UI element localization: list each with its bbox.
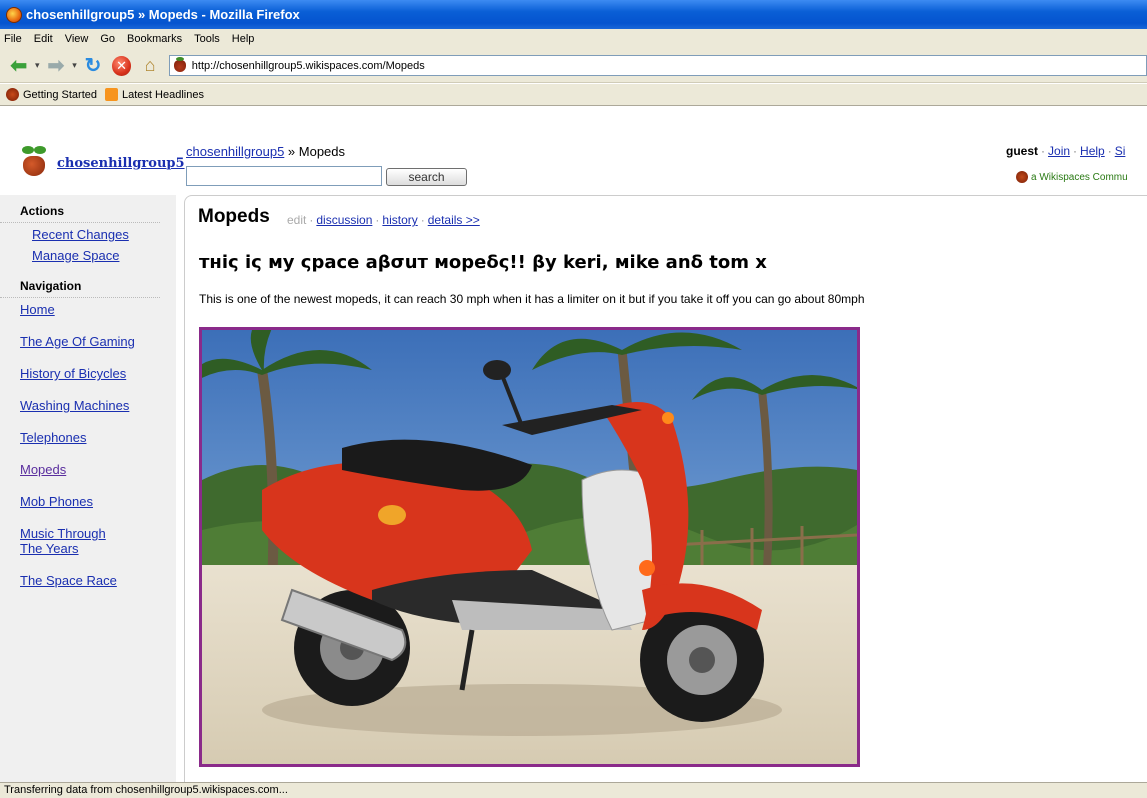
separator: · bbox=[1041, 144, 1046, 158]
bookmark-label: Latest Headlines bbox=[122, 88, 204, 101]
logo-pot bbox=[23, 156, 45, 176]
join-link[interactable]: Join bbox=[1048, 144, 1070, 158]
help-link[interactable]: Help bbox=[1080, 144, 1105, 158]
history-link[interactable]: history bbox=[382, 213, 417, 227]
username: guest bbox=[1006, 144, 1039, 158]
firefox-icon bbox=[6, 6, 22, 23]
menu-view[interactable]: View bbox=[65, 33, 89, 45]
stop-icon[interactable]: ✕ bbox=[111, 55, 132, 76]
logo-leaf bbox=[34, 146, 46, 154]
sidebar-navigation: Navigation Home The Age Of Gaming Histor… bbox=[0, 265, 176, 588]
menu-go[interactable]: Go bbox=[100, 33, 115, 45]
rss-icon bbox=[105, 88, 118, 101]
status-bar: Transferring data from chosenhillgroup5.… bbox=[0, 782, 1147, 798]
sidebar-item-the-age-of-gaming[interactable]: The Age Of Gaming bbox=[0, 334, 150, 349]
separator: · bbox=[1107, 144, 1112, 158]
sidebar-actions: Actions Recent Changes Manage Space bbox=[0, 195, 176, 265]
logo-leaf bbox=[22, 146, 34, 154]
reload-icon[interactable]: ↻ bbox=[80, 53, 105, 79]
search-button[interactable]: search bbox=[386, 168, 467, 186]
breadcrumb-separator: » bbox=[284, 144, 299, 159]
breadcrumb-home-link[interactable]: chosenhillgroup5 bbox=[186, 144, 284, 159]
window-title: chosenhillgroup5 » Mopeds - Mozilla Fire… bbox=[26, 7, 300, 22]
site-favicon-icon bbox=[173, 56, 186, 72]
menu-bar: File Edit View Go Bookmarks Tools Help bbox=[0, 29, 1147, 49]
bookmark-label: Getting Started bbox=[23, 88, 97, 101]
page-heading: тнiς iς мy ςpace aβσuт мopeδς!! βy keri,… bbox=[199, 252, 767, 273]
separator: · bbox=[420, 213, 425, 227]
details-link[interactable]: details >> bbox=[428, 213, 480, 227]
sidebar-item-home[interactable]: Home bbox=[0, 302, 150, 317]
address-url: http://chosenhillgroup5.wikispaces.com/M… bbox=[191, 59, 425, 72]
separator: · bbox=[309, 213, 314, 227]
user-links: guest · Join · Help · Si bbox=[1006, 144, 1125, 158]
sidebar-item-the-space-race[interactable]: The Space Race bbox=[0, 573, 150, 588]
community-label: a Wikispaces Commu bbox=[1031, 171, 1128, 183]
sidebar: Actions Recent Changes Manage Space Navi… bbox=[0, 195, 176, 782]
edit-link[interactable]: edit bbox=[287, 213, 306, 227]
forward-dropdown-icon[interactable]: ▾ bbox=[69, 60, 81, 71]
breadcrumb-current: Mopeds bbox=[298, 144, 346, 159]
menu-help[interactable]: Help bbox=[232, 33, 255, 45]
sidebar-item-music-through-the-years[interactable]: Music Through The Years bbox=[0, 526, 130, 556]
page-actions: edit · discussion · history · details >> bbox=[287, 213, 480, 227]
sidebar-item-mob-phones[interactable]: Mob Phones bbox=[0, 494, 150, 509]
wikispaces-community-link[interactable]: a Wikispaces Commu bbox=[1016, 171, 1128, 183]
navigation-heading: Navigation bbox=[0, 265, 160, 298]
back-dropdown-icon[interactable]: ▾ bbox=[31, 60, 43, 71]
page-viewport: chosenhillgroup5 chosenhillgroup5 » Mope… bbox=[0, 107, 1147, 782]
back-arrow-icon[interactable]: ⬅ bbox=[6, 53, 31, 79]
separator: · bbox=[375, 213, 380, 227]
menu-tools[interactable]: Tools bbox=[194, 33, 220, 45]
sidebar-item-history-of-bicycles[interactable]: History of Bicycles bbox=[0, 366, 150, 381]
search-input[interactable] bbox=[186, 166, 382, 186]
bookmarks-toolbar: Getting Started Latest Headlines bbox=[0, 84, 1147, 106]
window-titlebar: chosenhillgroup5 » Mopeds - Mozilla Fire… bbox=[0, 0, 1147, 29]
sign-in-link[interactable]: Si bbox=[1115, 144, 1126, 158]
separator: · bbox=[1073, 144, 1078, 158]
sidebar-item-manage-space[interactable]: Manage Space bbox=[0, 244, 176, 265]
moped-illustration bbox=[202, 330, 857, 764]
bookmark-latest-headlines[interactable]: Latest Headlines bbox=[105, 88, 204, 101]
actions-heading: Actions bbox=[0, 195, 160, 223]
wikispaces-mini-icon bbox=[1016, 171, 1028, 183]
bookmark-getting-started[interactable]: Getting Started bbox=[6, 88, 97, 101]
menu-bookmarks[interactable]: Bookmarks bbox=[127, 33, 182, 45]
menu-edit[interactable]: Edit bbox=[34, 33, 53, 45]
forward-arrow-icon[interactable]: ➡ bbox=[43, 53, 68, 79]
site-header: chosenhillgroup5 chosenhillgroup5 » Mope… bbox=[0, 107, 1147, 195]
home-icon[interactable]: ⌂ bbox=[137, 53, 162, 79]
site-name-link[interactable]: chosenhillgroup5 bbox=[57, 156, 185, 171]
wikispaces-logo-icon[interactable] bbox=[20, 144, 48, 178]
sidebar-item-telephones[interactable]: Telephones bbox=[0, 430, 150, 445]
navigation-toolbar: ⬅ ▾ ➡ ▾ ↻ ✕ ⌂ http://chosenhillgroup5.wi… bbox=[0, 49, 1147, 83]
moped-photo bbox=[199, 327, 860, 767]
address-bar[interactable]: http://chosenhillgroup5.wikispaces.com/M… bbox=[168, 55, 1147, 76]
menu-file[interactable]: File bbox=[4, 33, 22, 45]
discussion-link[interactable]: discussion bbox=[316, 213, 372, 227]
sidebar-item-washing-machines[interactable]: Washing Machines bbox=[0, 398, 150, 413]
page-title: Mopeds bbox=[198, 206, 270, 227]
page-paragraph: This is one of the newest mopeds, it can… bbox=[199, 292, 865, 306]
firefox-bookmark-icon bbox=[6, 88, 19, 101]
sidebar-item-recent-changes[interactable]: Recent Changes bbox=[0, 223, 176, 244]
main-content: Mopeds edit · discussion · history · details >… bbox=[184, 195, 1147, 782]
sidebar-item-mopeds[interactable]: Mopeds bbox=[0, 462, 150, 477]
breadcrumb: chosenhillgroup5 » Mopeds bbox=[186, 144, 345, 159]
